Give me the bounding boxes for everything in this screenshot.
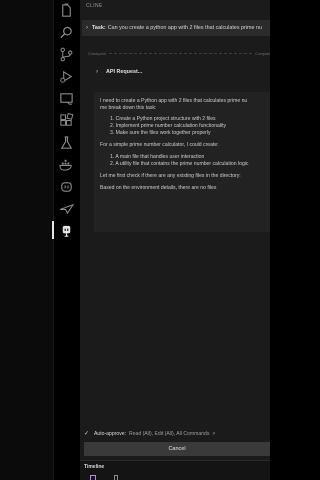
timeline-file-icon[interactable] [90, 475, 96, 480]
message-line: For a simple prime number calculator, I … [100, 142, 219, 148]
files-icon[interactable] [56, 0, 76, 20]
deploy-icon[interactable] [56, 198, 76, 218]
docker-icon[interactable] [56, 154, 76, 174]
extensions-icon[interactable] [56, 110, 76, 130]
checkpoint-divider: Checkpoint Compare [88, 50, 270, 58]
task-label: Task: [92, 25, 106, 31]
cline-icon[interactable] [52, 220, 76, 240]
message-line: I need to create a Python app with 2 fil… [100, 98, 248, 104]
timeline-label: Timeline [84, 464, 105, 470]
cancel-button[interactable]: Cancel [84, 442, 270, 456]
api-request-label: API Request... [106, 69, 143, 75]
message-line: 2. A utility file that contains the prim… [110, 161, 249, 167]
message-line: me break down this task: [100, 105, 157, 111]
vscode-window: CLINE › Task: Can you create a python ap… [0, 0, 270, 480]
activity-bar [0, 0, 54, 480]
panel-title: CLINE [86, 3, 103, 9]
search-icon[interactable] [56, 22, 76, 42]
task-text: Can you create a python app with 2 files… [107, 25, 263, 31]
copilot-icon[interactable] [56, 176, 76, 196]
run-debug-icon[interactable] [56, 66, 76, 86]
api-request-row[interactable]: › API Request... [96, 66, 142, 78]
task-header[interactable]: › Task: Can you create a python app with… [82, 20, 270, 36]
auto-approve-value: Read (All), Edit (All), All Commands [129, 431, 210, 437]
timeline-item-icon[interactable] [114, 475, 118, 480]
message-line: 1. A main file that handles user interac… [110, 154, 205, 160]
check-icon[interactable]: ✓ [84, 431, 90, 437]
message-line: 1. Create a Python project structure wit… [110, 116, 216, 122]
chevron-right-icon[interactable]: > [212, 431, 215, 437]
checkpoint-right-label[interactable]: Compare [255, 52, 270, 56]
chevron-right-icon[interactable]: › [96, 69, 98, 75]
message-line: Based on the environment details, there … [100, 185, 217, 191]
checkpoint-left-label[interactable]: Checkpoint [88, 52, 106, 56]
message-line: Let me first check if there are any exis… [100, 173, 241, 179]
timeline-section[interactable]: Timeline [80, 460, 270, 480]
checkpoint-line [108, 53, 253, 55]
testing-icon[interactable] [56, 132, 76, 152]
assistant-message: I need to create a Python app with 2 fil… [94, 92, 270, 232]
auto-approve-label: Auto-approve: [94, 431, 126, 437]
auto-approve-row[interactable]: ✓ Auto-approve: Read (All), Edit (All), … [84, 431, 215, 437]
message-line: 3. Make sure the files work together pro… [110, 130, 211, 136]
chevron-right-icon[interactable]: › [82, 25, 92, 31]
remote-explorer-icon[interactable] [56, 88, 76, 108]
message-line: 2. Implement prime number calculation fu… [110, 123, 227, 129]
panel-footer: ✓ Auto-approve: Read (All), Edit (All), … [80, 424, 270, 480]
source-control-icon[interactable] [56, 44, 76, 64]
cline-panel: CLINE › Task: Can you create a python ap… [80, 0, 270, 480]
